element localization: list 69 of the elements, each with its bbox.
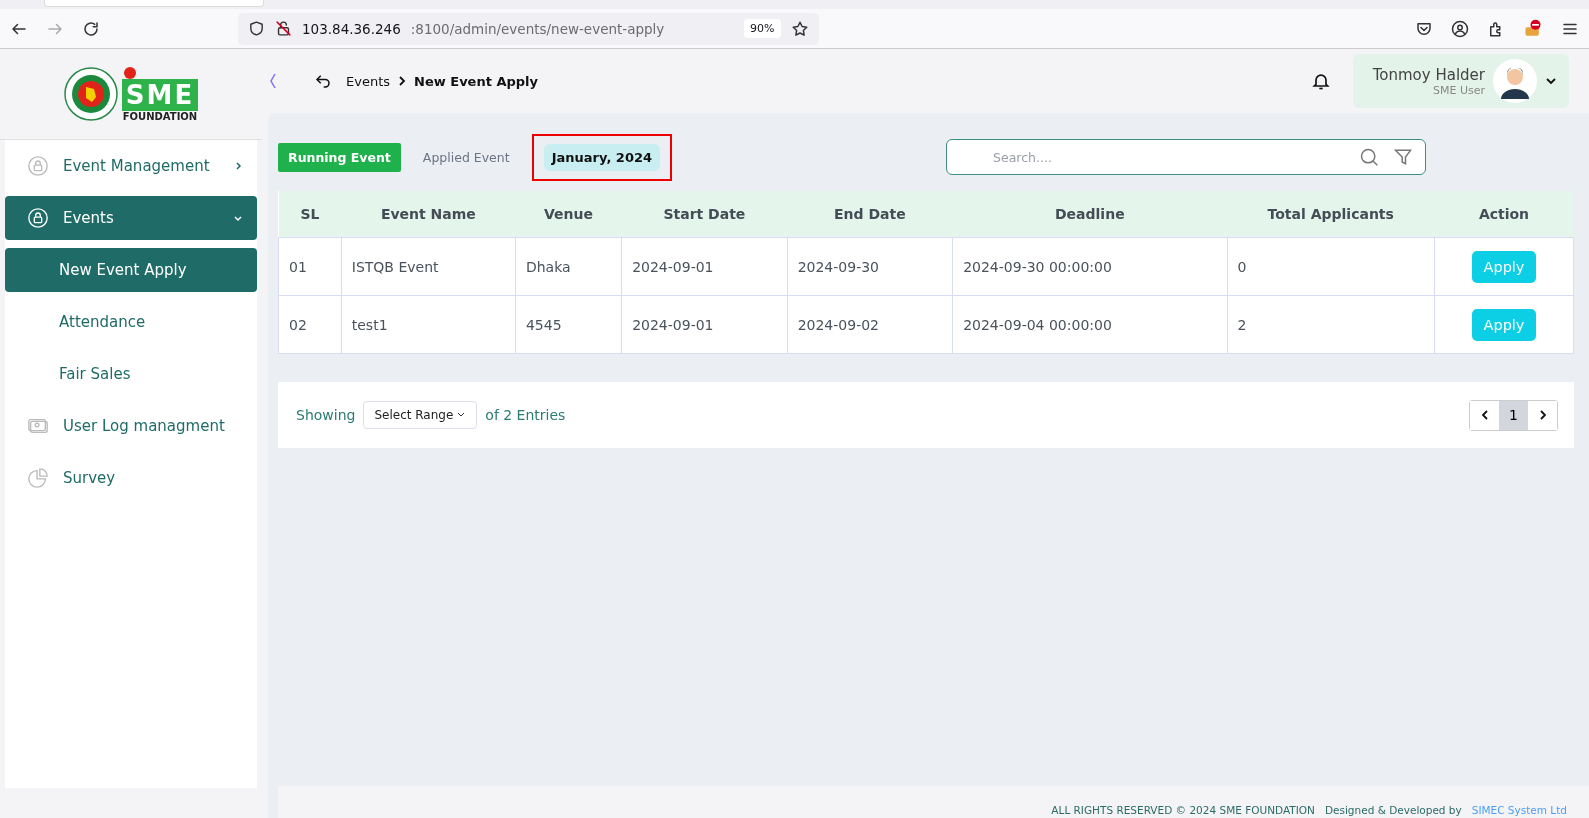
column-header: End Date <box>787 191 953 238</box>
sidebar-item[interactable]: User Log managment <box>5 404 257 448</box>
url-host: 103.84.36.246 <box>302 20 401 37</box>
table-cell: 4545 <box>515 295 622 354</box>
search-field[interactable]: Search.... <box>946 139 1427 175</box>
table-cell: 01 <box>278 237 342 296</box>
zoom-level[interactable]: 90% <box>744 19 781 38</box>
shield-icon <box>248 20 265 37</box>
sidebar-item[interactable]: Attendance <box>5 300 257 344</box>
month-chip[interactable]: January, 2024 <box>543 143 661 171</box>
column-header: Venue <box>515 191 622 238</box>
collapse-sidebar-icon[interactable] <box>268 71 278 91</box>
chevron-down-icon[interactable] <box>1545 75 1557 87</box>
search-icon[interactable] <box>1359 147 1380 167</box>
user-card[interactable]: Tonmoy Halder SME User <box>1352 54 1569 108</box>
table-cell: Dhaka <box>515 237 622 296</box>
avatar <box>1493 59 1537 103</box>
entries-count: of 2 Entries <box>485 407 566 423</box>
showing-label: Showing <box>296 407 356 423</box>
insecure-lock-icon <box>275 20 292 37</box>
dot-icon <box>123 66 136 79</box>
column-header: Action <box>1434 191 1574 238</box>
account-icon[interactable] <box>1451 19 1469 38</box>
column-header: Total Applicants <box>1227 191 1435 238</box>
user-role: SME User <box>1433 83 1485 97</box>
lock-icon <box>27 207 49 229</box>
tab[interactable]: Applied Event <box>412 142 520 172</box>
emblem-logo <box>63 67 118 121</box>
table-cell: ISTQB Event <box>341 237 516 296</box>
table-cell: 0 <box>1227 237 1435 296</box>
sidebar-item[interactable]: Survey <box>5 456 257 500</box>
blocker-extension-icon[interactable] <box>1523 18 1543 39</box>
page-button[interactable]: 1 <box>1499 400 1528 430</box>
copyright-text: ALL RIGHTS RESERVED © 2024 SME FOUNDATION <box>1051 804 1315 816</box>
table-cell: test1 <box>341 295 516 354</box>
star-icon[interactable] <box>790 19 809 38</box>
credit-text: Designed & Developed by <box>1324 804 1462 816</box>
range-select[interactable]: Select Range <box>363 401 478 429</box>
brand-subtitle: FOUNDATION <box>122 110 198 122</box>
table-cell: 2024-09-30 <box>787 237 953 296</box>
url-path: :8100/admin/events/new-event-apply <box>410 20 666 37</box>
table-cell: 2024-09-01 <box>621 295 788 354</box>
column-header: Deadline <box>952 191 1227 238</box>
sidebar-item[interactable]: Fair Sales <box>5 352 257 396</box>
filter-icon[interactable] <box>1393 147 1414 167</box>
table-cell: 2024-09-04 00:00:00 <box>952 295 1227 354</box>
reload-icon[interactable] <box>82 19 100 38</box>
sidebar-item[interactable]: Event Management <box>5 144 257 188</box>
breadcrumb-current: New Event Apply <box>414 73 539 89</box>
table-cell: 2024-09-01 <box>621 237 788 296</box>
lock-icon <box>27 155 49 177</box>
user-name: Tonmoy Halder <box>1372 65 1485 84</box>
chevron-right-icon <box>233 161 243 171</box>
column-header: SL <box>278 191 342 238</box>
breadcrumb-link[interactable]: Events <box>346 73 390 89</box>
column-header: Start Date <box>621 191 788 238</box>
address-bar[interactable]: 103.84.36.246 :8100/admin/events/new-event-apply 90% <box>238 12 819 45</box>
table-cell: 2024-09-02 <box>787 295 953 354</box>
table-cell: 02 <box>278 295 342 354</box>
table-cell: 2 <box>1227 295 1435 354</box>
pie-chart-icon <box>27 467 49 489</box>
brand-name: SME <box>121 78 199 111</box>
chevron-down-icon <box>233 213 243 223</box>
column-header: Event Name <box>341 191 516 238</box>
chevron-right-icon <box>396 75 408 87</box>
sidebar-item[interactable]: New Event Apply <box>5 248 257 292</box>
undo-icon[interactable] <box>314 72 332 90</box>
sidebar-item[interactable]: Events <box>5 196 257 240</box>
table-cell: 2024-09-30 00:00:00 <box>952 237 1227 296</box>
